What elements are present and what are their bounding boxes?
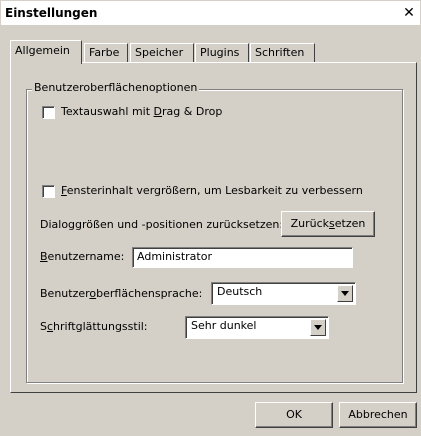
zoom-window-checkbox[interactable] bbox=[42, 185, 55, 198]
language-select[interactable]: Deutsch bbox=[211, 282, 356, 305]
language-value: Deutsch bbox=[217, 285, 263, 298]
chevron-down-icon[interactable] bbox=[337, 285, 353, 302]
username-label: Benutzername: bbox=[40, 250, 125, 263]
tab-label: Plugins bbox=[200, 46, 240, 59]
font-smoothing-select[interactable]: Sehr dunkel bbox=[185, 316, 329, 339]
ok-button[interactable]: OK bbox=[255, 402, 333, 428]
drag-drop-label[interactable]: Textauswahl mit Drag & Drop bbox=[61, 105, 222, 118]
tab-allgemein[interactable]: Allgemein bbox=[10, 40, 82, 64]
tab-label: Schriften bbox=[255, 46, 305, 59]
tab-label: Farbe bbox=[89, 46, 120, 59]
tab-farbe[interactable]: Farbe bbox=[84, 43, 128, 63]
group-title: Benutzeroberflächenoptionen bbox=[32, 81, 200, 94]
font-smoothing-value: Sehr dunkel bbox=[191, 319, 257, 332]
language-label: Benutzeroberflächensprache: bbox=[40, 287, 203, 300]
tab-plugins[interactable]: Plugins bbox=[195, 43, 249, 63]
settings-dialog: Einstellungen ✕ Allgemein Farbe Speicher… bbox=[0, 0, 421, 436]
chevron-down-icon[interactable] bbox=[310, 319, 326, 336]
close-icon[interactable]: ✕ bbox=[402, 6, 416, 20]
tab-schriften[interactable]: Schriften bbox=[250, 43, 315, 63]
reset-label: Dialoggrößen und -positionen zurücksetze… bbox=[40, 218, 284, 231]
dialog-title: Einstellungen bbox=[5, 6, 98, 20]
cancel-button[interactable]: Abbrechen bbox=[339, 402, 417, 428]
tab-label: Speicher bbox=[135, 46, 184, 59]
font-smoothing-label: Schriftglättungsstil: bbox=[40, 320, 148, 333]
drag-drop-checkbox[interactable] bbox=[42, 106, 55, 119]
tab-speicher[interactable]: Speicher bbox=[130, 43, 194, 63]
username-input[interactable]: Administrator bbox=[132, 247, 353, 268]
zoom-window-label[interactable]: Fensterinhalt vergrößern, um Lesbarkeit … bbox=[61, 184, 363, 197]
title-bar[interactable]: Einstellungen ✕ bbox=[1, 1, 420, 25]
reset-button[interactable]: Zurücksetzen bbox=[281, 211, 375, 237]
tab-label: Allgemein bbox=[15, 44, 70, 57]
